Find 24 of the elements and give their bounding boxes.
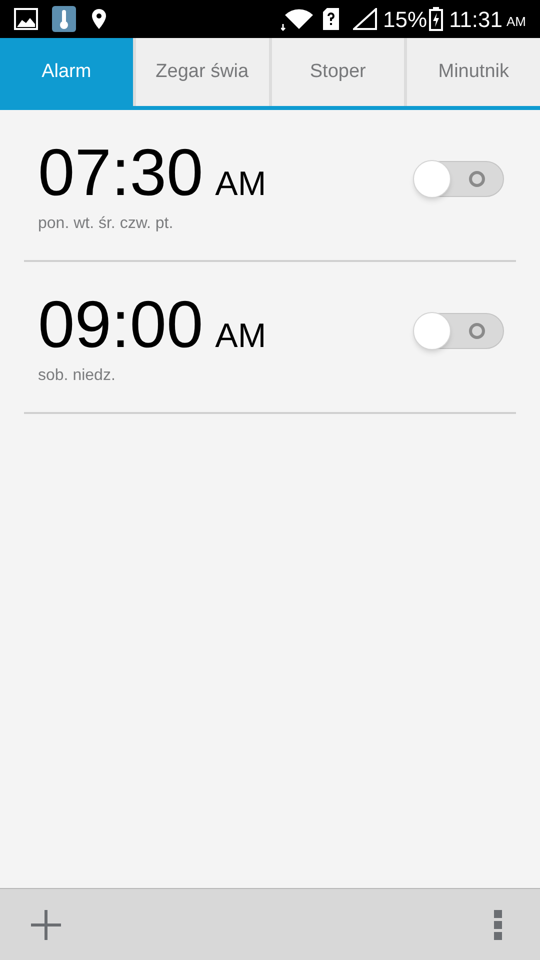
sim-card-icon bbox=[323, 8, 340, 30]
alarm-days: sob. niedz. bbox=[38, 364, 414, 388]
more-options-icon[interactable] bbox=[494, 910, 502, 940]
tab[interactable]: Zegar świa bbox=[132, 38, 268, 106]
tab[interactable]: Minutnik bbox=[404, 38, 540, 106]
thermometer-icon bbox=[52, 6, 76, 32]
gallery-icon bbox=[14, 8, 38, 30]
alarm-period: AM bbox=[215, 164, 266, 205]
alarm-time: 09:00 bbox=[38, 286, 204, 362]
alarm-days: pon. wt. śr. czw. pt. bbox=[38, 212, 414, 236]
wifi-icon bbox=[281, 7, 314, 31]
tab[interactable]: Stoper bbox=[268, 38, 404, 106]
alarm-period: AM bbox=[215, 316, 266, 357]
location-pin-icon bbox=[92, 9, 106, 29]
tab[interactable]: Alarm bbox=[0, 38, 133, 106]
add-icon[interactable] bbox=[30, 908, 62, 940]
battery-percentage: 15% bbox=[383, 6, 428, 34]
alarm-toggle[interactable] bbox=[414, 313, 504, 349]
alarm-toggle[interactable] bbox=[414, 161, 504, 197]
alarm-time: 07:30 bbox=[38, 134, 204, 210]
battery-charging-icon bbox=[429, 7, 444, 31]
signal-icon bbox=[353, 8, 378, 30]
clock-time: 11:31 bbox=[449, 6, 502, 34]
clock-period: AM bbox=[506, 13, 526, 32]
